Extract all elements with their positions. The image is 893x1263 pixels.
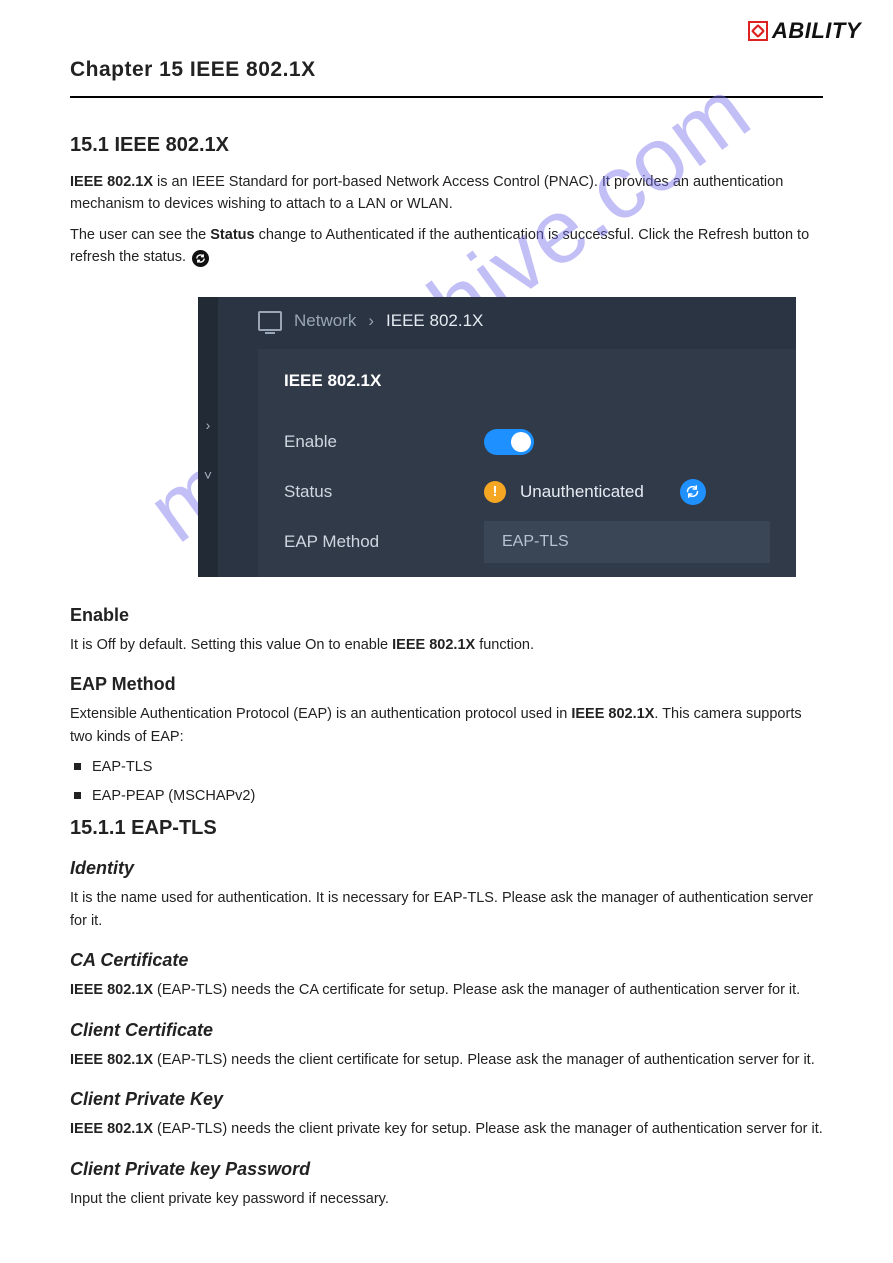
row-eap-method: EAP Method EAP-TLS	[284, 517, 770, 567]
section-title: 15.1 IEEE 802.1X	[70, 134, 823, 157]
warning-icon: !	[484, 481, 506, 503]
ca-cert-heading: CA Certificate	[70, 950, 823, 971]
enable-heading: Enable	[70, 605, 823, 626]
enable-toggle[interactable]	[484, 429, 534, 455]
client-cert-body: IEEE 802.1X (EAP-TLS) needs the client c…	[70, 1049, 823, 1071]
eap-method-heading: EAP Method	[70, 674, 823, 695]
chevron-down-icon[interactable]: ˅	[204, 467, 212, 483]
divider	[70, 96, 823, 98]
row-status: Status ! Unauthenticated	[284, 467, 770, 517]
client-key-body: IEEE 802.1X (EAP-TLS) needs the client p…	[70, 1118, 823, 1140]
brand-logo-text: ABILITY	[772, 18, 861, 44]
status-label: Status	[284, 482, 484, 502]
breadcrumb: Network › IEEE 802.1X	[258, 311, 483, 331]
eap-method-body: Extensible Authentication Protocol (EAP)…	[70, 703, 823, 748]
list-item: EAP-TLS	[70, 756, 823, 778]
client-key-pw-body: Input the client private key password if…	[70, 1188, 823, 1210]
identity-heading: Identity	[70, 858, 823, 879]
identity-body: It is the name used for authentication. …	[70, 887, 823, 932]
monitor-icon	[258, 311, 282, 331]
client-cert-heading: Client Certificate	[70, 1020, 823, 1041]
status-value: Unauthenticated	[520, 482, 644, 502]
row-enable: Enable	[284, 417, 770, 467]
settings-panel: IEEE 802.1X Enable Status ! Unauthentica…	[258, 349, 796, 577]
client-key-pw-heading: Client Private key Password	[70, 1159, 823, 1180]
chapter-title: Chapter 15 IEEE 802.1X	[70, 58, 823, 82]
refresh-button[interactable]	[680, 479, 706, 505]
enable-body: It is Off by default. Setting this value…	[70, 634, 823, 656]
brand-logo-icon	[748, 21, 768, 41]
intro-paragraph-1: IEEE 802.1X is an IEEE Standard for port…	[70, 171, 823, 216]
enable-label: Enable	[284, 432, 484, 452]
breadcrumb-leaf: IEEE 802.1X	[386, 311, 483, 331]
refresh-icon	[192, 250, 209, 267]
eaptls-heading: 15.1.1 EAP-TLS	[70, 817, 823, 840]
brand-logo: ABILITY	[748, 18, 861, 44]
list-item: EAP-PEAP (MSCHAPv2)	[70, 785, 823, 807]
client-key-heading: Client Private Key	[70, 1089, 823, 1110]
eap-methods-list: EAP-TLS EAP-PEAP (MSCHAPv2)	[70, 756, 823, 807]
eap-method-select[interactable]: EAP-TLS	[484, 521, 770, 563]
intro-paragraph-2: The user can see the Status change to Au…	[70, 224, 823, 269]
panel-title: IEEE 802.1X	[284, 371, 770, 391]
ca-cert-body: IEEE 802.1X (EAP-TLS) needs the CA certi…	[70, 979, 823, 1001]
chevron-right-icon[interactable]: ›	[206, 417, 211, 433]
ieee8021x-screenshot: › ˅ Network › IEEE 802.1X IEEE 802.1X En…	[198, 297, 796, 577]
breadcrumb-root[interactable]: Network	[294, 311, 356, 331]
breadcrumb-separator: ›	[368, 311, 374, 331]
eap-method-label: EAP Method	[284, 532, 484, 552]
sidebar: › ˅	[198, 297, 218, 577]
